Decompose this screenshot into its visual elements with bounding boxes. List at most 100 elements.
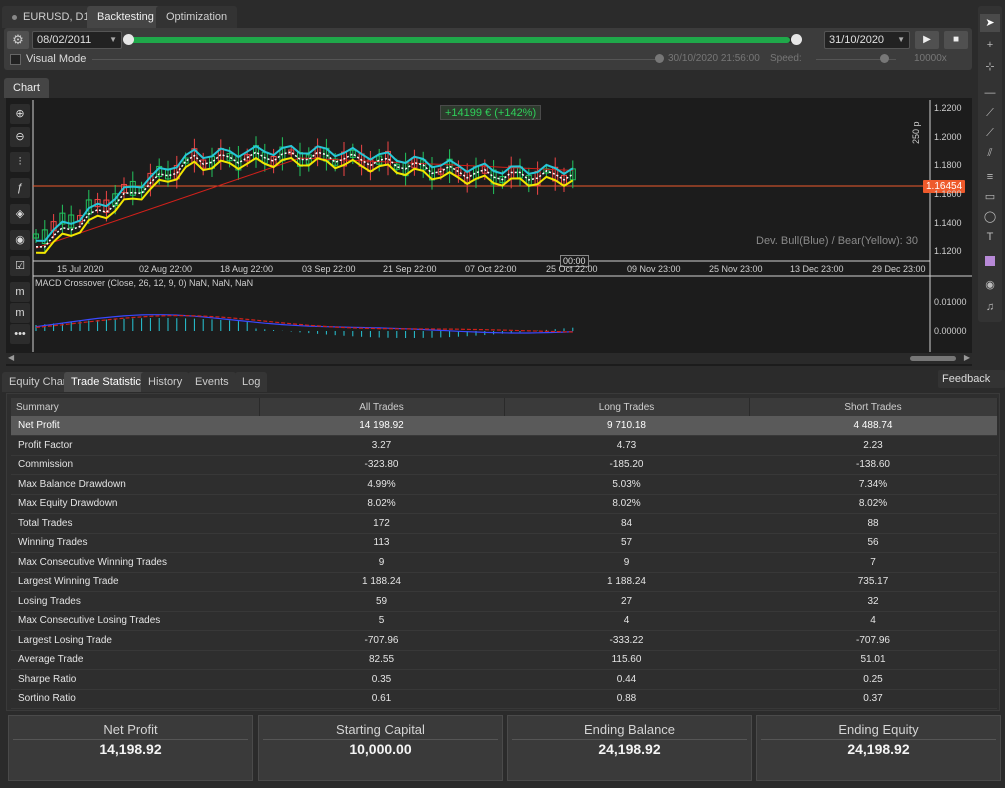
metric-value-cell: 735.17	[749, 572, 997, 592]
table-row[interactable]: Sharpe Ratio 0.35 0.44 0.25	[11, 669, 997, 690]
text-icon[interactable]: T	[980, 228, 1000, 246]
zoom-out-icon[interactable]: ⊖	[10, 127, 30, 147]
backtest-progress-bar[interactable]	[127, 37, 797, 43]
panel-m2-icon[interactable]: m	[10, 303, 30, 323]
table-row[interactable]: Winning Trades 113 57 56	[11, 533, 997, 553]
color-swatch-icon[interactable]	[980, 252, 1000, 270]
camera-icon[interactable]: ◉	[980, 276, 1000, 294]
metric-name-cell: Max Equity Drawdown	[11, 494, 259, 514]
table-row[interactable]: Largest Losing Trade -707.96 -333.22 -707.9…	[11, 630, 997, 651]
trend-line-icon[interactable]: ⟋	[980, 104, 1000, 122]
fibonacci-icon[interactable]: ≡	[980, 168, 1000, 186]
y-tick-label: 1.1600	[934, 189, 962, 199]
table-row[interactable]: Max Consecutive Losing Trades 5 4 4	[11, 611, 997, 631]
table-row[interactable]: Losing Trades 59 27 32	[11, 591, 997, 612]
layers-icon[interactable]: ◈	[10, 204, 30, 224]
table-row[interactable]: Max Balance Drawdown 4.99% 5.03% 7.34%	[11, 474, 997, 495]
tab-chart-label: Chart	[13, 82, 40, 94]
scroll-right-icon[interactable]: ▶	[964, 353, 970, 362]
ellipse-icon[interactable]: ◯	[980, 208, 1000, 226]
tab-backtesting[interactable]: Backtesting	[87, 6, 164, 28]
table-row[interactable]: Average Trade 82.55 115.60 51.01	[11, 650, 997, 670]
visual-mode-checkbox[interactable]	[10, 54, 21, 65]
visual-mode-slider-handle[interactable]	[655, 54, 664, 63]
visual-mode-slider-track[interactable]	[92, 59, 662, 60]
table-row[interactable]: Commission -323.80 -185.20 -138.60	[11, 455, 997, 475]
chart-type-icon[interactable]: ⫶	[10, 152, 30, 172]
metric-value-cell: 84	[504, 513, 749, 534]
cursor-icon[interactable]: ➤	[980, 14, 1000, 32]
speed-slider-handle[interactable]	[880, 54, 889, 63]
play-button[interactable]: ▶	[915, 31, 939, 49]
visibility-icon[interactable]: ◉	[10, 230, 30, 250]
tab-events[interactable]: Events	[188, 372, 236, 392]
settings-gear-icon[interactable]: ⚙	[7, 31, 29, 49]
panel-m1-icon[interactable]: m	[10, 282, 30, 302]
chart-horizontal-scrollbar[interactable]: ◀ ▶	[6, 353, 972, 364]
ending-equity-card: Ending Equity 24,198.92	[756, 715, 1001, 781]
deviation-label: Dev. Bull(Blue) / Bear(Yellow): 30	[756, 235, 919, 247]
price-chart[interactable]: ⊕ ⊖ ⫶ ƒ ◈ ◉ ☑ m m ••• +14199 € (+142%) D…	[6, 98, 972, 366]
tab-trade-statistics[interactable]: Trade Statistics	[64, 372, 154, 392]
macd-y-tick-label: 0.00000	[934, 326, 967, 336]
metric-value-cell: 4.73	[504, 435, 749, 456]
visual-mode-timestamp: 30/10/2020 21:56:00	[668, 53, 760, 64]
metric-name-cell: Sortino Ratio	[11, 689, 259, 709]
end-date-picker[interactable]: 31/10/2020 ▼	[824, 31, 910, 49]
card-divider	[512, 739, 747, 740]
column-header[interactable]: Summary	[11, 398, 260, 416]
card-divider	[263, 739, 498, 740]
progress-start-handle[interactable]	[123, 34, 134, 45]
table-row[interactable]: Max Consecutive Winning Trades 9 9 7	[11, 552, 997, 573]
scroll-left-icon[interactable]: ◀	[8, 353, 14, 362]
table-row[interactable]: Max Equity Drawdown 8.02% 8.02% 8.02%	[11, 494, 997, 514]
tab-log[interactable]: Log	[235, 372, 268, 392]
metric-value-cell: 5.03%	[504, 474, 749, 495]
chart-canvas[interactable]	[6, 98, 972, 354]
column-header[interactable]: Short Trades	[749, 398, 998, 416]
metric-value-cell: -333.22	[504, 630, 749, 651]
table-row[interactable]: Profit Factor 3.27 4.73 2.23	[11, 435, 997, 456]
stop-button[interactable]: ■	[944, 31, 968, 49]
rectangle-icon[interactable]: ▭	[980, 188, 1000, 206]
speed-label: Speed:	[770, 53, 802, 64]
visual-mode-label: Visual Mode	[26, 53, 87, 65]
chart-settings-icon[interactable]: ☑	[10, 256, 30, 276]
metric-value-cell: 9	[504, 552, 749, 573]
tab-optimization[interactable]: Optimization	[156, 6, 238, 28]
progress-end-handle[interactable]	[791, 34, 802, 45]
metric-value-cell: 14 198.92	[259, 416, 504, 436]
tab-chart[interactable]: Chart	[4, 78, 49, 98]
tab-symbol[interactable]: EURUSD, D1	[2, 6, 100, 28]
start-date-value: 08/02/2011	[37, 34, 92, 46]
measure-icon[interactable]: ⊹	[980, 58, 1000, 76]
tab-symbol-label: EURUSD, D1	[23, 11, 90, 23]
card-value: 24,198.92	[598, 741, 661, 757]
column-header[interactable]: Long Trades	[504, 398, 750, 416]
more-options-icon[interactable]: •••	[10, 324, 30, 344]
indicators-icon[interactable]: ƒ	[10, 178, 30, 198]
net-profit-card: Net Profit 14,198.92	[8, 715, 253, 781]
feedback-button[interactable]: Feedback	[938, 370, 1005, 402]
metric-value-cell: 0.35	[259, 669, 504, 690]
start-date-picker[interactable]: 08/02/2011 ▼	[32, 31, 122, 49]
alert-bell-icon[interactable]: ♫	[980, 298, 1000, 316]
table-row[interactable]: Net Profit 14 198.92 9 710.18 4 488.74	[11, 416, 997, 436]
horizontal-line-icon[interactable]: —	[980, 84, 1000, 102]
scrollbar-thumb[interactable]	[910, 356, 956, 361]
crosshair-icon[interactable]: +	[980, 36, 1000, 54]
table-row[interactable]: Total Trades 172 84 88	[11, 513, 997, 534]
metric-value-cell: 115.60	[504, 650, 749, 670]
metric-value-cell: -707.96	[749, 630, 997, 651]
table-body: Net Profit 14 198.92 9 710.18 4 488.74 Profi…	[11, 416, 997, 709]
table-row[interactable]: Sortino Ratio 0.61 0.88 0.37	[11, 689, 997, 709]
channel-icon[interactable]: ⫽	[980, 144, 1000, 162]
tab-history[interactable]: History	[141, 372, 190, 392]
tab-log-label: Log	[242, 376, 261, 388]
column-header[interactable]: All Trades	[259, 398, 505, 416]
zoom-in-icon[interactable]: ⊕	[10, 104, 30, 124]
tab-equity-chart-label: Equity Chart	[9, 376, 70, 388]
ray-icon[interactable]: ⟋	[980, 124, 1000, 142]
y-tick-label: 1.1800	[934, 160, 962, 170]
table-row[interactable]: Largest Winning Trade 1 188.24 1 188.24 735…	[11, 572, 997, 592]
